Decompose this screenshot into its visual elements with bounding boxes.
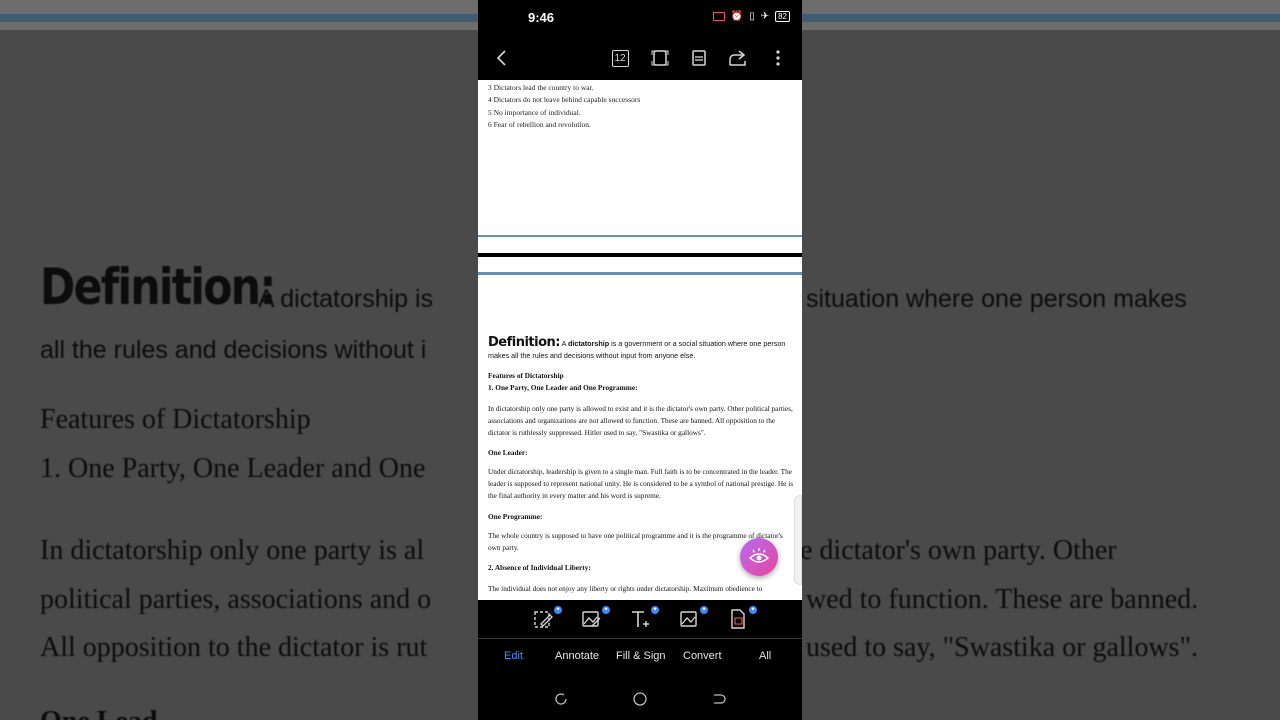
list-item: 4 Dictators do not leave behind capable …	[488, 95, 641, 105]
airplane-icon: ✈	[760, 11, 770, 22]
recent-apps-icon[interactable]	[553, 691, 569, 707]
document-page-previous: 3 Dictators lead the country to war. 4 D…	[478, 80, 802, 236]
share-icon[interactable]	[726, 46, 750, 70]
more-icon[interactable]	[766, 46, 790, 70]
bg-next-heading: One Lead	[40, 706, 157, 720]
page-divider	[478, 253, 802, 257]
top-toolbar: 12	[478, 36, 802, 80]
bg-definition-line2: all the rules and decisions without i	[40, 336, 427, 364]
one-leader-paragraph: Under dictatorship, leadership is given …	[488, 467, 794, 501]
add-text-icon[interactable]: ✦	[629, 606, 659, 634]
status-time: 9:46	[528, 10, 555, 25]
alarm-icon: ⏰	[730, 11, 744, 22]
bottom-tabs: Edit Annotate Fill & Sign Convert All	[478, 650, 802, 668]
reading-assist-button[interactable]	[740, 538, 778, 576]
bg-para-line3-right: used to say, "Swastika or gallows".	[806, 632, 1198, 663]
bg-features-heading: Features of Dictatorship	[40, 404, 311, 435]
reading-mode-icon[interactable]	[687, 46, 711, 70]
one-programme-heading: One Programme:	[488, 512, 543, 521]
one-party-paragraph: In dictatorship only one party is allowe…	[488, 404, 793, 438]
cast-icon	[712, 12, 725, 21]
tab-all[interactable]: All	[759, 650, 771, 662]
status-bar: 9:46 ⏰ ▯ ✈ 82	[478, 0, 802, 36]
tab-convert[interactable]: Convert	[683, 650, 722, 662]
fit-page-icon[interactable]	[648, 46, 672, 70]
page-number-label: 12	[611, 49, 629, 67]
status-icons: ⏰ ▯ ✈ 82	[712, 11, 790, 22]
eye-icon	[748, 548, 770, 563]
bottom-bar: ✦ ✦ ✦ ✦ ✦ Edit Annotate Fill & Sign Conv…	[478, 600, 802, 720]
edit-image-icon[interactable]: ✦	[580, 606, 610, 634]
scroll-handle[interactable]	[794, 495, 802, 585]
definition-article: A	[561, 339, 567, 348]
bg-para-line1-right: e dictator's own party. Other	[800, 535, 1117, 566]
features-heading: Features of Dictatorship	[488, 371, 564, 380]
new-badge: ✦	[554, 606, 562, 614]
new-badge: ✦	[749, 606, 757, 614]
bg-para-line3: All opposition to the dictator is rut	[40, 632, 428, 663]
bg-para-line2: political parties, associations and o	[40, 584, 432, 615]
one-party-heading: 1. One Party, One Leader and One Program…	[488, 383, 638, 392]
new-badge: ✦	[700, 606, 708, 614]
new-badge: ✦	[602, 606, 610, 614]
page1-list: 3 Dictators lead the country to war. 4 D…	[488, 82, 640, 131]
definition-word: Definition:	[488, 335, 561, 350]
home-icon[interactable]	[632, 691, 648, 707]
new-badge: ✦	[651, 606, 659, 614]
convert-icon[interactable]: ✦	[727, 606, 757, 634]
bg-definition-rest: situation where one person makes	[806, 285, 1187, 313]
tool-row: ✦ ✦ ✦ ✦ ✦	[478, 606, 802, 640]
list-item: 6 Fear of rebellion and revolution.	[488, 119, 591, 129]
edit-text-icon[interactable]: ✦	[532, 606, 562, 634]
bottom-divider	[478, 638, 802, 639]
battery-icon: 82	[775, 11, 790, 22]
absence-paragraph: The individual does not enjoy any libert…	[488, 584, 763, 593]
bg-one-party-heading: 1. One Party, One Leader and One	[40, 453, 426, 484]
bg-definition-word: Definition:	[40, 258, 276, 316]
phone-screen: 9:46 ⏰ ▯ ✈ 82 12 3 Dictators lead the co…	[478, 0, 802, 720]
bg-para-line1: In dictatorship only one party is al	[40, 535, 425, 566]
definition-paragraph: Definition: A dictatorship is a governme…	[488, 335, 794, 362]
tab-fill-sign[interactable]: Fill & Sign	[616, 650, 666, 662]
tab-edit[interactable]: Edit	[504, 650, 523, 662]
add-image-icon[interactable]: ✦	[678, 606, 708, 634]
definition-term: dictatorship	[568, 339, 610, 348]
bg-definition-start: A dictatorship is	[258, 285, 434, 313]
system-back-icon[interactable]	[711, 691, 727, 707]
vibrate-icon: ▯	[749, 11, 755, 22]
one-leader-heading: One Leader:	[488, 448, 528, 457]
page-number-icon[interactable]: 12	[608, 46, 632, 70]
tab-annotate[interactable]: Annotate	[555, 650, 599, 662]
system-nav-bar	[478, 688, 802, 710]
document-view[interactable]: 3 Dictators lead the country to war. 4 D…	[478, 80, 802, 600]
list-item: 5 No importance of individual.	[488, 107, 581, 117]
list-item: 3 Dictators lead the country to war.	[488, 83, 594, 92]
back-icon[interactable]	[490, 46, 514, 70]
page-divider	[478, 235, 802, 237]
bg-para-line2-right: wed to function. These are banned.	[806, 584, 1199, 615]
